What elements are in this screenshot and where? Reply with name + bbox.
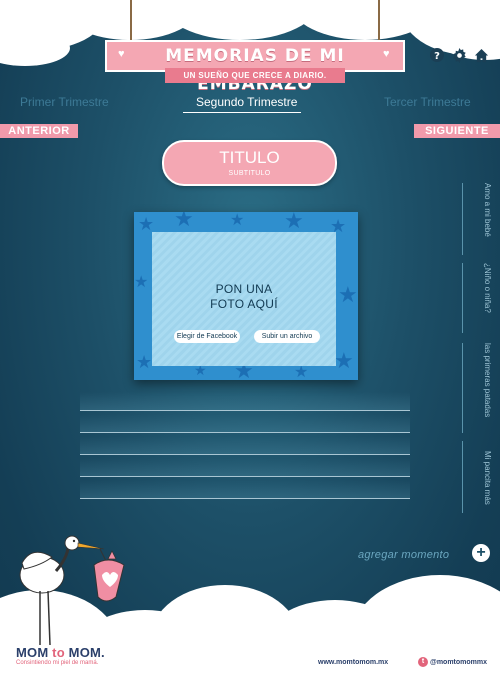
star-icon: ★ [338, 282, 358, 307]
brand-part: MOM [16, 645, 49, 660]
line-glow [80, 458, 410, 476]
star-icon: ★ [334, 348, 354, 373]
star-icon: ★ [230, 212, 245, 229]
side-tabs: Amo a mi bebé ¿Niño o niña? las primeras… [462, 183, 500, 513]
add-moment-button[interactable]: + [472, 544, 490, 562]
photo-drop-area[interactable]: PON UNA FOTO AQUÍ Elegir de Facebook Sub… [152, 232, 336, 366]
brand-part: MOM. [68, 645, 105, 660]
rope-right [378, 0, 380, 42]
brand-logo[interactable]: MOM to MOM. [16, 645, 105, 660]
choose-facebook-button[interactable]: Elegir de Facebook [174, 330, 240, 343]
side-tab-divider [462, 343, 463, 433]
heart-icon: ♥ [118, 48, 125, 60]
side-tab-divider [462, 441, 463, 513]
moment-title: TITULO [219, 148, 280, 167]
line-glow [80, 414, 410, 432]
brand-tagline: Consintiendo mi piel de mamá. [16, 660, 99, 666]
moment-subtitle: SUBTITULO [228, 170, 271, 177]
star-icon: ★ [284, 212, 304, 233]
text-line[interactable] [80, 498, 410, 499]
side-tab-divider [462, 183, 463, 255]
line-glow [80, 392, 410, 410]
add-moment-label[interactable]: agregar momento [358, 549, 449, 561]
star-icon: ★ [134, 274, 149, 291]
upload-file-button[interactable]: Subir un archivo [254, 330, 320, 343]
side-tab-mi-pancita[interactable]: Mi pancita más [472, 451, 492, 505]
side-tab-nino-o-nina[interactable]: ¿Niño o niña? [472, 263, 492, 313]
gear-icon[interactable] [451, 48, 467, 64]
title-badge[interactable]: TITULO SUBTITULO [162, 140, 337, 186]
banner-subtitle: UN SUEÑO QUE CRECE A DIARIO. [165, 68, 345, 83]
twitter-link[interactable]: t @momtomommx [418, 657, 487, 667]
brand-part: to [48, 645, 69, 660]
website-link[interactable]: www.momtomom.mx [318, 659, 388, 666]
tab-second-trimester[interactable]: Segundo Trimestre [196, 95, 297, 109]
text-line[interactable] [80, 454, 410, 455]
text-line[interactable] [80, 410, 410, 411]
stork-illustration [19, 535, 125, 645]
text-line[interactable] [80, 432, 410, 433]
line-glow [80, 480, 410, 498]
next-button[interactable]: SIGUIENTE [414, 124, 500, 138]
previous-button[interactable]: ANTERIOR [0, 124, 78, 138]
star-icon: ★ [136, 352, 153, 372]
photo-placeholder-text: PON UNA FOTO AQUÍ [210, 282, 278, 311]
side-tab-primeras-patadas[interactable]: las primeras patadas [472, 343, 492, 417]
tab-first-trimester[interactable]: Primer Trimestre [20, 95, 109, 109]
home-icon[interactable] [473, 48, 489, 64]
text-line[interactable] [80, 476, 410, 477]
twitter-icon: t [418, 657, 428, 667]
rope-left [130, 0, 132, 42]
tab-third-trimester[interactable]: Tercer Trimestre [384, 95, 471, 109]
side-tab-divider [462, 263, 463, 333]
photo-frame: ★ ★ ★ ★ ★ ★ ★ ★ ★ ★ ★ ★ PON UNA FOTO AQU… [134, 212, 358, 380]
twitter-handle: @momtomommx [430, 658, 487, 666]
side-tab-amo-a-mi-bebe[interactable]: Amo a mi bebé [472, 183, 492, 237]
star-icon: ★ [174, 212, 194, 231]
active-tab-underline [183, 112, 301, 113]
svg-text:?: ? [434, 51, 440, 62]
heart-icon: ♥ [383, 48, 390, 60]
line-glow [80, 436, 410, 454]
app-root: MEMORIAS DE MI EMBARAZO ♥ ♥ UN SUEÑO QUE… [0, 0, 500, 680]
help-icon[interactable]: ? [429, 48, 445, 64]
